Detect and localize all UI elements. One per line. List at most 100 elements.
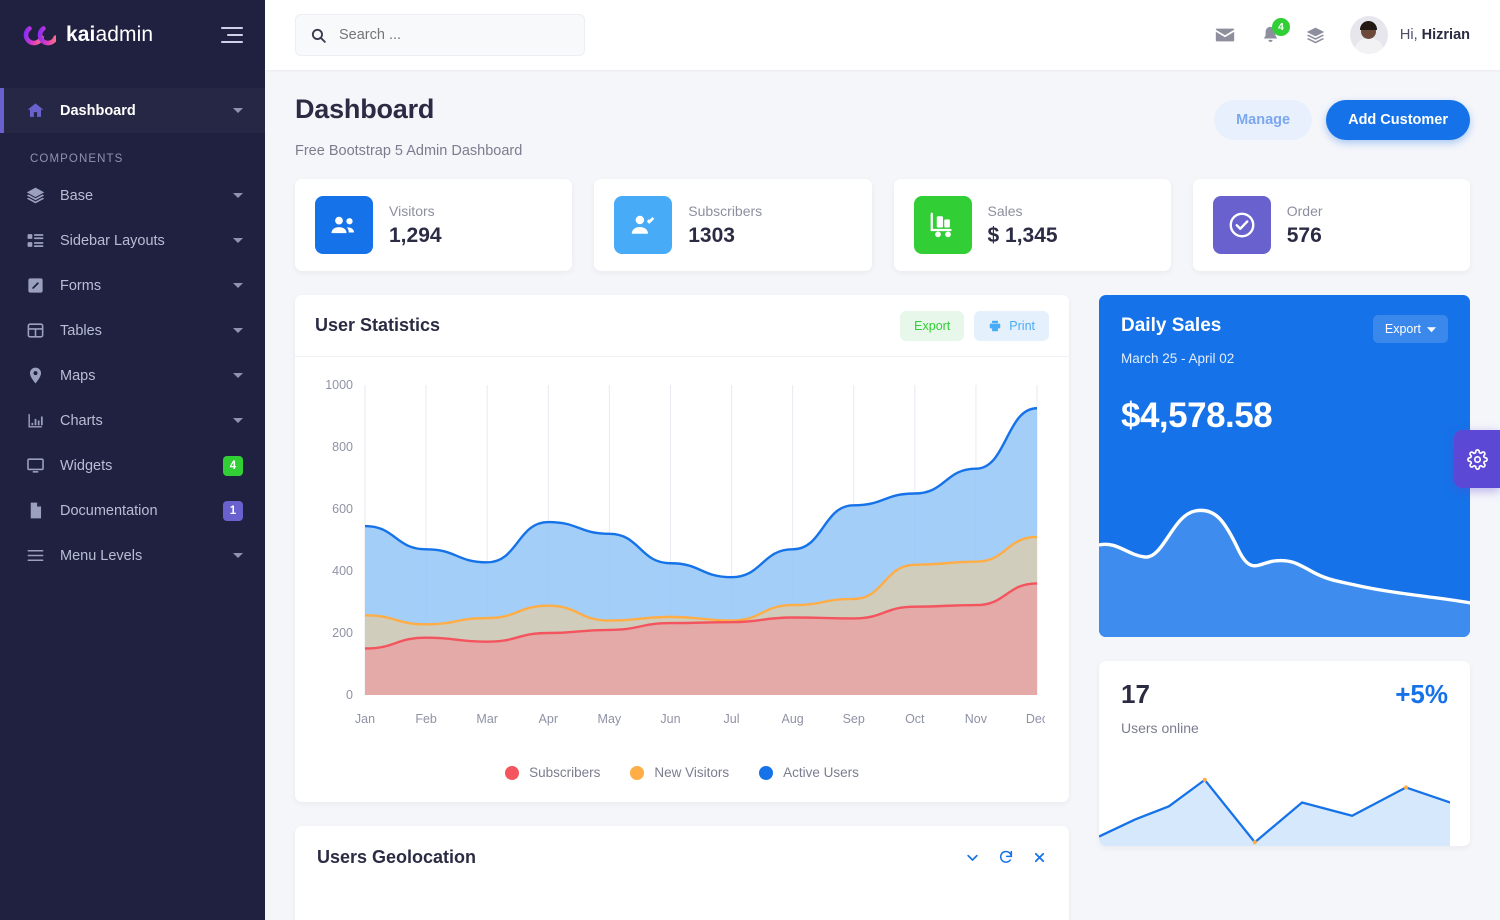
chevron-down-icon — [233, 418, 243, 423]
stat-label: Sales — [988, 203, 1058, 219]
legend-label: New Visitors — [654, 765, 729, 780]
sidebar-item-base[interactable]: Base — [0, 173, 265, 218]
daily-sales-title: Daily Sales — [1121, 315, 1234, 337]
bell-icon[interactable]: 4 — [1260, 25, 1281, 46]
sidebar-item-charts[interactable]: Charts — [0, 398, 265, 443]
svg-text:0: 0 — [346, 688, 353, 702]
stat-text-order: Order 576 — [1287, 203, 1323, 248]
sidebar-item-sidebar-layouts[interactable]: Sidebar Layouts — [0, 218, 265, 263]
avatar — [1350, 16, 1388, 54]
legend-item-active-users[interactable]: Active Users — [759, 765, 859, 780]
stat-card-subscribers[interactable]: Subscribers 1303 — [594, 179, 871, 271]
stat-card-visitors[interactable]: Visitors 1,294 — [295, 179, 572, 271]
file-icon — [24, 501, 46, 521]
avatar-body — [1354, 38, 1384, 54]
users-geolocation-card: Users Geolocation — [295, 826, 1069, 920]
chevron-down-icon — [233, 328, 243, 333]
print-label: Print — [1009, 319, 1035, 333]
daily-sales-export-button[interactable]: Export — [1373, 315, 1448, 343]
users-geolocation-header: Users Geolocation — [295, 826, 1069, 888]
sidebar-item-label: Dashboard — [60, 103, 219, 119]
user-statistics-chart[interactable]: 02004006008001000JanFebMarAprMayJunJulAu… — [295, 357, 1069, 757]
sidebar-item-dashboard[interactable]: Dashboard — [0, 88, 265, 133]
map-pin-icon — [24, 366, 46, 386]
chevron-down-icon — [233, 238, 243, 243]
main-area: 4 Hi, Hizrian Dashboard — [265, 0, 1500, 920]
export-label: Export — [914, 319, 950, 333]
svg-text:Jul: Jul — [724, 712, 740, 726]
sidebar-item-menu-levels[interactable]: Menu Levels — [0, 533, 265, 578]
print-button[interactable]: Print — [974, 311, 1049, 341]
svg-text:Sep: Sep — [843, 712, 865, 726]
users-online-header: 17 +5% — [1099, 661, 1470, 710]
sidebar-toggle-button[interactable] — [221, 24, 247, 46]
sidebar-item-maps[interactable]: Maps — [0, 353, 265, 398]
dashboard-app: kaiadmin Dashboard COMPONENTS — [0, 0, 1500, 920]
sidebar-item-label: Maps — [60, 368, 219, 384]
chevron-down-icon — [233, 553, 243, 558]
chevron-down-icon — [233, 193, 243, 198]
check-circle-icon — [1213, 196, 1271, 254]
refresh-icon[interactable] — [998, 849, 1014, 865]
stat-text-sales: Sales $ 1,345 — [988, 203, 1058, 248]
add-customer-button[interactable]: Add Customer — [1326, 100, 1470, 140]
sidebar-item-label: Forms — [60, 278, 219, 294]
stat-value: 576 — [1287, 224, 1323, 248]
pencil-square-icon — [24, 276, 46, 296]
gear-icon — [1467, 449, 1488, 470]
layers-icon[interactable] — [1305, 25, 1326, 46]
sidebar-item-label: Widgets — [60, 458, 209, 474]
manage-button[interactable]: Manage — [1214, 100, 1312, 140]
settings-tab-button[interactable] — [1454, 430, 1500, 488]
sidebar-item-label: Base — [60, 188, 219, 204]
chart-actions: Export Print — [900, 311, 1049, 341]
home-icon — [24, 101, 46, 121]
sidebar-item-widgets[interactable]: Widgets 4 — [0, 443, 265, 488]
legend-label: Active Users — [783, 765, 859, 780]
card-title: User Statistics — [315, 315, 440, 336]
svg-text:May: May — [598, 712, 622, 726]
sidebar-item-forms[interactable]: Forms — [0, 263, 265, 308]
user-statistics-header: User Statistics Export Print — [295, 295, 1069, 357]
chevron-down-icon — [233, 283, 243, 288]
stat-text-visitors: Visitors 1,294 — [389, 203, 442, 248]
legend-label: Subscribers — [529, 765, 600, 780]
greeting-text: Hi, Hizrian — [1400, 27, 1470, 43]
daily-sales-sparkline — [1099, 477, 1470, 637]
brand-name-light: admin — [96, 23, 154, 46]
dashboard-grid: User Statistics Export Print — [295, 295, 1470, 920]
search-box[interactable] — [295, 14, 585, 56]
legend-item-subscribers[interactable]: Subscribers — [505, 765, 600, 780]
envelope-icon[interactable] — [1214, 24, 1236, 46]
legend-item-new-visitors[interactable]: New Visitors — [630, 765, 729, 780]
sidebar-item-label: Menu Levels — [60, 548, 219, 564]
export-button[interactable]: Export — [900, 311, 964, 341]
layers-icon — [24, 186, 46, 206]
stat-text-subscribers: Subscribers 1303 — [688, 203, 762, 248]
stat-card-sales[interactable]: Sales $ 1,345 — [894, 179, 1171, 271]
user-menu[interactable]: Hi, Hizrian — [1350, 16, 1470, 54]
search-input[interactable] — [339, 27, 570, 43]
notification-count-badge: 4 — [1272, 18, 1290, 36]
topbar-right: 4 Hi, Hizrian — [1214, 16, 1470, 54]
brand-name-bold: kai — [66, 23, 96, 46]
chevron-down-icon[interactable] — [965, 850, 980, 865]
user-name: Hizrian — [1422, 27, 1470, 43]
kaiadmin-logo-icon — [22, 24, 56, 46]
printer-icon — [988, 319, 1002, 333]
brand-name: kaiadmin — [66, 23, 153, 47]
menu-lines-icon — [24, 546, 46, 566]
page-content: Dashboard Free Bootstrap 5 Admin Dashboa… — [265, 70, 1500, 920]
sidebar-logo-row: kaiadmin — [0, 0, 265, 70]
card-action-icons — [965, 849, 1047, 865]
sidebar-item-label: Sidebar Layouts — [60, 233, 219, 249]
sidebar: kaiadmin Dashboard COMPONENTS — [0, 0, 265, 920]
stat-card-order[interactable]: Order 576 — [1193, 179, 1470, 271]
sidebar-item-tables[interactable]: Tables — [0, 308, 265, 353]
svg-text:Mar: Mar — [476, 712, 498, 726]
close-icon[interactable] — [1032, 850, 1047, 865]
greeting-prefix: Hi, — [1400, 27, 1422, 43]
sidebar-item-documentation[interactable]: Documentation 1 — [0, 488, 265, 533]
grid-list-icon — [24, 231, 46, 251]
sidebar-item-label: Charts — [60, 413, 219, 429]
